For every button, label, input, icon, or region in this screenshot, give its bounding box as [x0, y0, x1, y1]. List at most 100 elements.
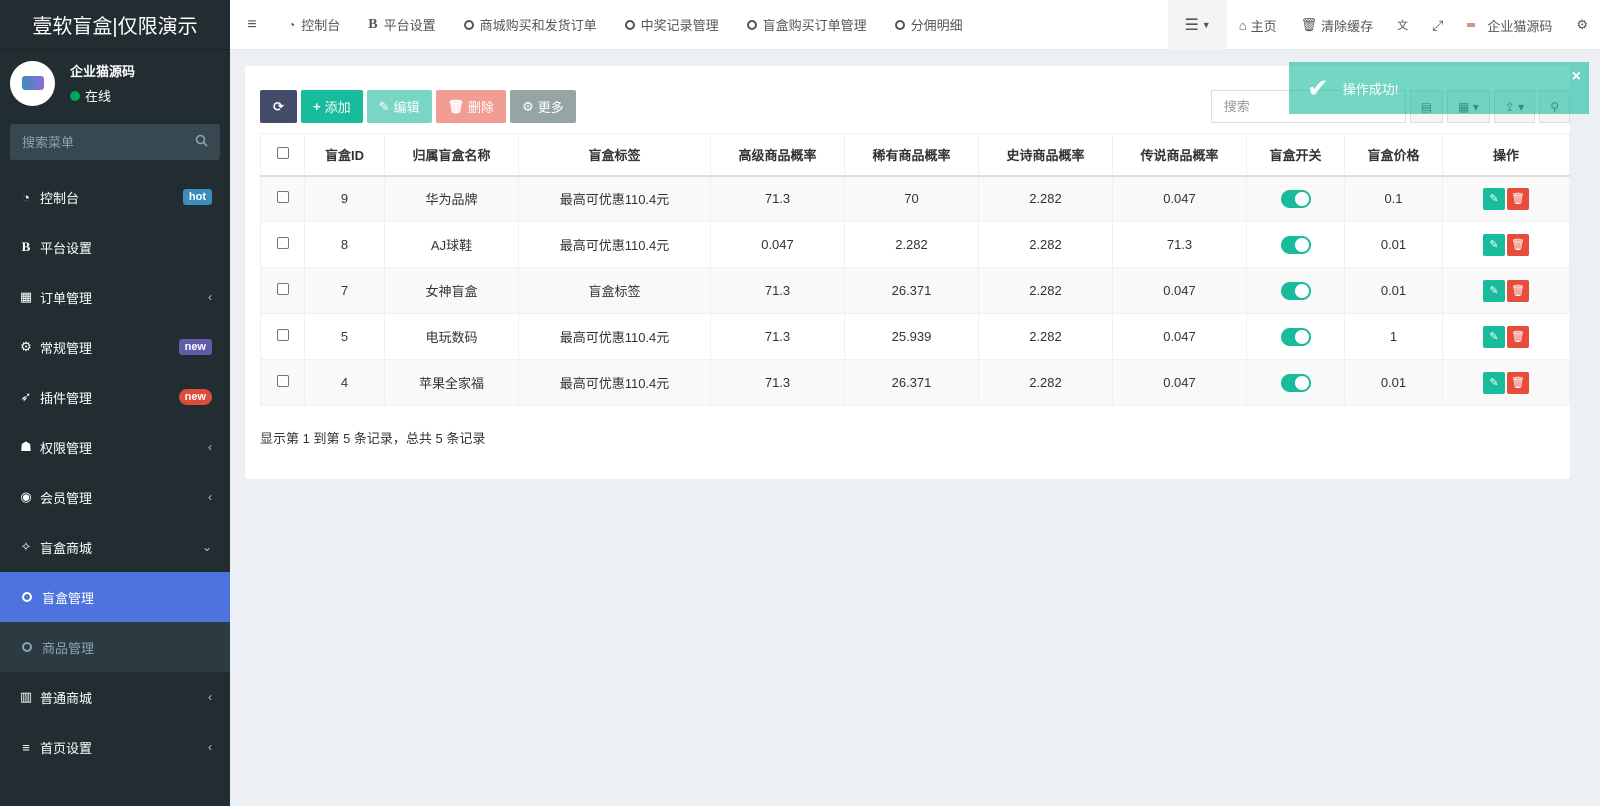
row-select-cell: [260, 221, 305, 268]
row-checkbox[interactable]: [276, 191, 289, 204]
row-delete-button[interactable]: 🗑: [1507, 325, 1529, 348]
cell-tag: 盲盒标签: [518, 267, 711, 314]
col-header[interactable]: 史诗商品概率: [978, 133, 1113, 177]
row-delete-button[interactable]: 🗑: [1507, 279, 1529, 302]
cell-epic: 2.282: [978, 359, 1113, 406]
row-delete-button[interactable]: 🗑: [1507, 233, 1529, 256]
toggle-switch[interactable]: [1280, 373, 1311, 392]
bars-icon: ≡: [22, 739, 30, 755]
row-edit-button[interactable]: ✎: [1483, 371, 1505, 394]
sidebar-item-general[interactable]: ⚙ 常规管理 new: [0, 322, 230, 372]
row-edit-button[interactable]: ✎: [1483, 187, 1505, 210]
sidebar-item-blindbox-mall[interactable]: ✧ 盲盒商城 ⌄: [0, 522, 230, 572]
cell-epic: 2.282: [978, 175, 1113, 222]
row-edit-button[interactable]: ✎: [1483, 279, 1505, 302]
sidebar-item-orders[interactable]: ▦ 订单管理 ‹: [0, 272, 230, 322]
row-select-cell: [260, 175, 305, 222]
tabs-menu-dropdown[interactable]: ☰ ▼: [1168, 0, 1227, 50]
search-icon[interactable]: [195, 134, 208, 150]
col-header[interactable]: 高级商品概率: [710, 133, 845, 177]
row-delete-button[interactable]: 🗑: [1507, 371, 1529, 394]
trash-icon: 🗑: [1511, 377, 1525, 389]
sidebar-item-members[interactable]: ◉ 会员管理 ‹: [0, 472, 230, 522]
more-button[interactable]: ⚙ 更多: [510, 90, 576, 123]
tab-commission[interactable]: 分佣明细: [881, 0, 977, 50]
table-row[interactable]: 4 苹果全家福 最高可优惠110.4元 71.3 26.371 2.282 0.…: [260, 359, 1570, 406]
sidebar-item-normal-mall[interactable]: ▥ 普通商城 ‹: [0, 672, 230, 722]
sidebar-item-platform[interactable]: B 平台设置: [0, 222, 230, 272]
toggle-switch[interactable]: [1280, 235, 1311, 254]
sidebar-item-label: 盲盒管理: [42, 590, 95, 606]
home-link[interactable]: ⌂ 主页: [1227, 0, 1289, 50]
cell-id: 8: [304, 221, 385, 268]
col-header[interactable]: 盲盒标签: [518, 133, 711, 177]
clear-cache-button[interactable]: 🗑 清除缓存: [1289, 0, 1386, 50]
account-menu[interactable]: 企业猫源码: [1455, 0, 1564, 50]
sidebar-item-dashboard[interactable]: ◔ 控制台 hot: [0, 172, 230, 222]
row-delete-button[interactable]: 🗑: [1507, 187, 1529, 210]
sidebar-item-blindbox-manage[interactable]: 盲盒管理: [0, 572, 230, 622]
sidebar-item-permissions[interactable]: ☗ 权限管理 ‹: [0, 422, 230, 472]
col-header[interactable]: 盲盒开关: [1246, 133, 1345, 177]
table-row[interactable]: 7 女神盲盒 盲盒标签 71.3 26.371 2.282 0.047 0.01…: [260, 267, 1570, 314]
brand-title[interactable]: 壹软盲盒|仅限演示: [0, 0, 230, 50]
chevron-left-icon: ‹: [208, 290, 212, 304]
rocket-icon: ➶: [20, 389, 32, 404]
tab-label: 控制台: [301, 18, 341, 33]
tab-platform[interactable]: B 平台设置: [354, 0, 449, 50]
trash-icon: 🗑: [1511, 285, 1525, 297]
add-label: 添加: [324, 100, 351, 115]
cell-tag: 最高可优惠110.4元: [518, 359, 711, 406]
circle-icon: [22, 592, 32, 602]
row-edit-button[interactable]: ✎: [1483, 233, 1505, 256]
toggle-switch[interactable]: [1280, 327, 1311, 346]
col-header[interactable]: 盲盒价格: [1344, 133, 1443, 177]
cell-adv: 71.3: [710, 359, 845, 406]
tab-prize-records[interactable]: 中奖记录管理: [611, 0, 733, 50]
cell-legend: 0.047: [1112, 175, 1247, 222]
col-header: 操作: [1442, 133, 1570, 177]
sidebar-item-label: 插件管理: [40, 390, 93, 406]
sidebar-item-goods-manage[interactable]: 商品管理: [0, 622, 230, 672]
sidebar-search-input[interactable]: [22, 134, 172, 150]
col-header[interactable]: 盲盒ID: [304, 133, 385, 177]
row-checkbox[interactable]: [276, 237, 289, 249]
edit-button[interactable]: ✎ 编辑: [366, 90, 432, 123]
sidebar-item-home-settings[interactable]: ≡ 首页设置 ‹: [0, 722, 230, 772]
cell-rare: 25.939: [844, 313, 979, 360]
tab-mall-orders[interactable]: 商城购买和发货订单: [450, 0, 611, 50]
trash-icon: 🗑: [447, 98, 465, 114]
table-row[interactable]: 8 AJ球鞋 最高可优惠110.4元 0.047 2.282 2.282 71.…: [260, 221, 1570, 268]
cell-price: 0.01: [1344, 221, 1443, 268]
tab-dashboard[interactable]: ◔ 控制台: [274, 0, 354, 50]
row-checkbox[interactable]: [276, 283, 289, 295]
row-checkbox[interactable]: [276, 375, 289, 387]
row-select-cell: [260, 313, 305, 360]
table-row[interactable]: 9 华为品牌 最高可优惠110.4元 71.3 70 2.282 0.047 0…: [260, 175, 1570, 222]
sidebar-item-label: 平台设置: [40, 240, 93, 256]
toggle-switch[interactable]: [1280, 189, 1311, 208]
col-header[interactable]: 稀有商品概率: [844, 133, 979, 177]
tab-blindbox-orders[interactable]: 盲盒购买订单管理: [733, 0, 881, 50]
table-row[interactable]: 5 电玩数码 最高可优惠110.4元 71.3 25.939 2.282 0.0…: [260, 313, 1570, 360]
fullscreen-button[interactable]: ⤢: [1420, 0, 1455, 50]
refresh-button[interactable]: ⟳: [260, 90, 297, 123]
cell-id: 9: [304, 175, 385, 222]
add-button[interactable]: + 添加: [301, 90, 363, 123]
user-panel: 企业猫源码 在线: [0, 50, 230, 116]
toggle-switch[interactable]: [1280, 281, 1311, 300]
row-edit-button[interactable]: ✎: [1483, 325, 1505, 348]
sidebar-item-plugins[interactable]: ➶ 插件管理 new: [0, 372, 230, 422]
row-checkbox[interactable]: [276, 329, 289, 341]
col-header[interactable]: 归属盲盒名称: [384, 133, 519, 177]
select-all-checkbox[interactable]: [276, 146, 289, 159]
col-header[interactable]: 传说商品概率: [1112, 133, 1247, 177]
sidebar-toggle-icon[interactable]: ≡: [230, 16, 274, 34]
close-icon[interactable]: ×: [1572, 68, 1581, 86]
settings-button[interactable]: ⚙: [1564, 0, 1600, 50]
plus-icon: +: [313, 99, 321, 114]
expand-icon: ⤢: [1432, 16, 1444, 33]
refresh-icon: ⟳: [273, 98, 284, 114]
language-button[interactable]: 文: [1385, 0, 1420, 50]
delete-button[interactable]: 🗑 删除: [435, 90, 507, 123]
